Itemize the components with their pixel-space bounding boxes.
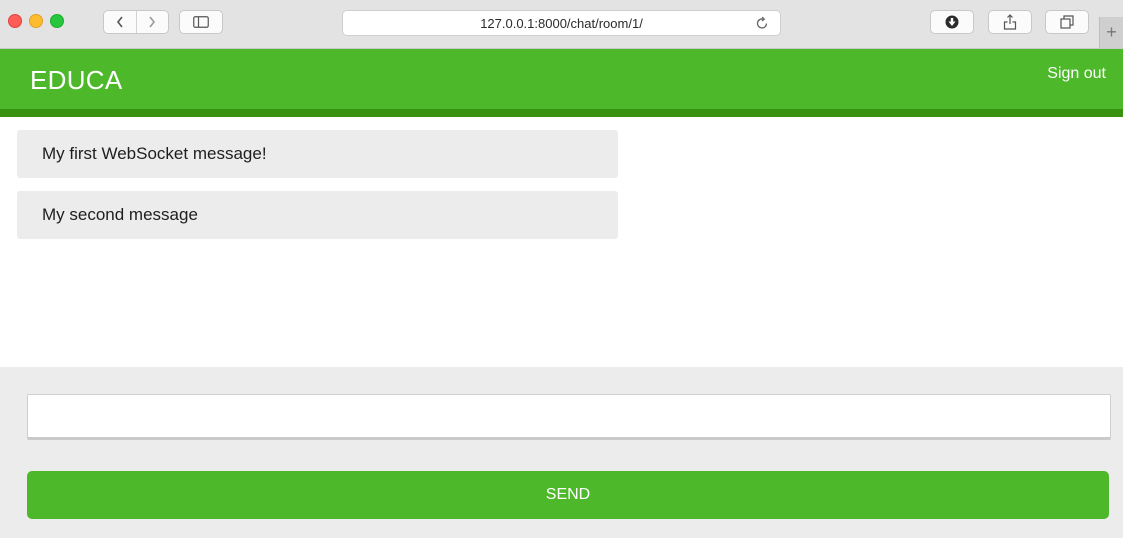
forward-icon	[149, 16, 156, 28]
chat-composer: SEND	[0, 367, 1123, 538]
share-icon	[1003, 14, 1017, 30]
browser-toolbar: 127.0.0.1:8000/chat/room/1/ +	[0, 0, 1123, 49]
chat-message: My second message	[17, 191, 618, 239]
close-window-button[interactable]	[8, 14, 22, 28]
url-text: 127.0.0.1:8000/chat/room/1/	[480, 16, 643, 31]
back-button[interactable]	[104, 11, 136, 33]
share-button[interactable]	[988, 10, 1032, 34]
chat-message: My first WebSocket message!	[17, 130, 618, 178]
navigation-buttons	[103, 10, 169, 34]
zoom-window-button[interactable]	[50, 14, 64, 28]
app-header: EDUCA Sign out	[0, 49, 1123, 109]
chat-message-input[interactable]	[27, 394, 1111, 440]
tabs-icon	[1060, 15, 1074, 29]
minimize-window-button[interactable]	[29, 14, 43, 28]
new-tab-button[interactable]: +	[1099, 17, 1123, 48]
reload-icon[interactable]	[754, 15, 770, 31]
sign-out-link[interactable]: Sign out	[1047, 65, 1106, 83]
downloads-button[interactable]	[930, 10, 974, 34]
forward-button[interactable]	[135, 11, 169, 33]
sidebar-button[interactable]	[179, 10, 223, 34]
show-tabs-button[interactable]	[1045, 10, 1089, 34]
logo: EDUCA	[30, 65, 123, 95]
download-icon	[945, 15, 959, 29]
chat-messages: My first WebSocket message! My second me…	[17, 130, 618, 252]
header-divider	[0, 109, 1123, 117]
sidebar-icon	[193, 16, 209, 28]
back-icon	[116, 16, 123, 28]
address-bar[interactable]: 127.0.0.1:8000/chat/room/1/	[342, 10, 781, 36]
plus-icon: +	[1106, 22, 1117, 42]
send-button[interactable]: SEND	[27, 471, 1109, 519]
